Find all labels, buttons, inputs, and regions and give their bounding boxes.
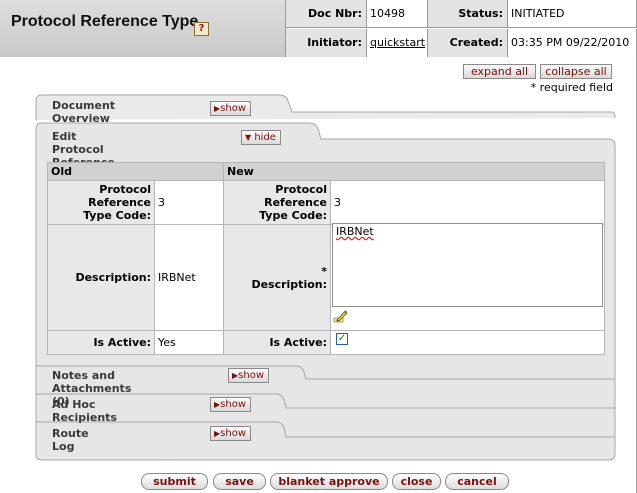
- tab-document-overview-label: Document Overview: [52, 99, 116, 125]
- new-is-active-label: Is Active:: [223, 330, 331, 355]
- tab-adhoc-label: Ad Hoc Recipients: [52, 398, 117, 424]
- close-button[interactable]: close: [392, 473, 441, 490]
- toggle-label: show: [220, 399, 247, 410]
- new-type-code-label: Protocol Reference Type Code:: [223, 180, 331, 225]
- old-section-header: Old: [47, 162, 224, 181]
- cancel-button[interactable]: cancel: [445, 473, 509, 490]
- triangle-down-icon: ▼: [245, 133, 252, 142]
- old-is-active-value: Yes: [154, 330, 224, 355]
- new-description-label: * Description:: [223, 224, 331, 331]
- submit-button[interactable]: submit: [141, 473, 208, 490]
- blanket-approve-button[interactable]: blanket approve: [270, 473, 388, 490]
- old-is-active-label: Is Active:: [47, 330, 155, 355]
- toggle-label: show: [238, 370, 265, 381]
- toggle-label: show: [220, 103, 247, 114]
- new-is-active-cell: [330, 330, 605, 355]
- old-type-code-value: 3: [154, 180, 224, 225]
- is-active-checkbox[interactable]: ✓: [336, 333, 348, 345]
- description-text: IRBNet: [336, 225, 374, 238]
- pencil-icon[interactable]: [333, 309, 349, 323]
- document-overview-show-button[interactable]: ▶show: [210, 101, 252, 116]
- document-overview-tab-frame: [35, 94, 616, 120]
- old-description-label: Description:: [47, 224, 155, 331]
- edit-hide-button[interactable]: ▼ hide: [241, 130, 281, 145]
- adhoc-show-button[interactable]: ▶show: [210, 397, 252, 412]
- toggle-label: show: [220, 428, 247, 439]
- toggle-label: hide: [254, 132, 276, 143]
- tab-route-log-label: Route Log: [52, 427, 89, 453]
- save-button[interactable]: save: [213, 473, 266, 490]
- route-log-show-button[interactable]: ▶show: [210, 426, 252, 441]
- new-type-code-value: 3: [330, 180, 605, 225]
- new-section-header: New: [223, 162, 605, 181]
- notes-show-button[interactable]: ▶show: [228, 368, 270, 383]
- description-textarea[interactable]: IRBNet: [332, 223, 603, 307]
- old-description-value: IRBNet: [154, 224, 224, 331]
- old-type-code-label: Protocol Reference Type Code:: [47, 180, 155, 225]
